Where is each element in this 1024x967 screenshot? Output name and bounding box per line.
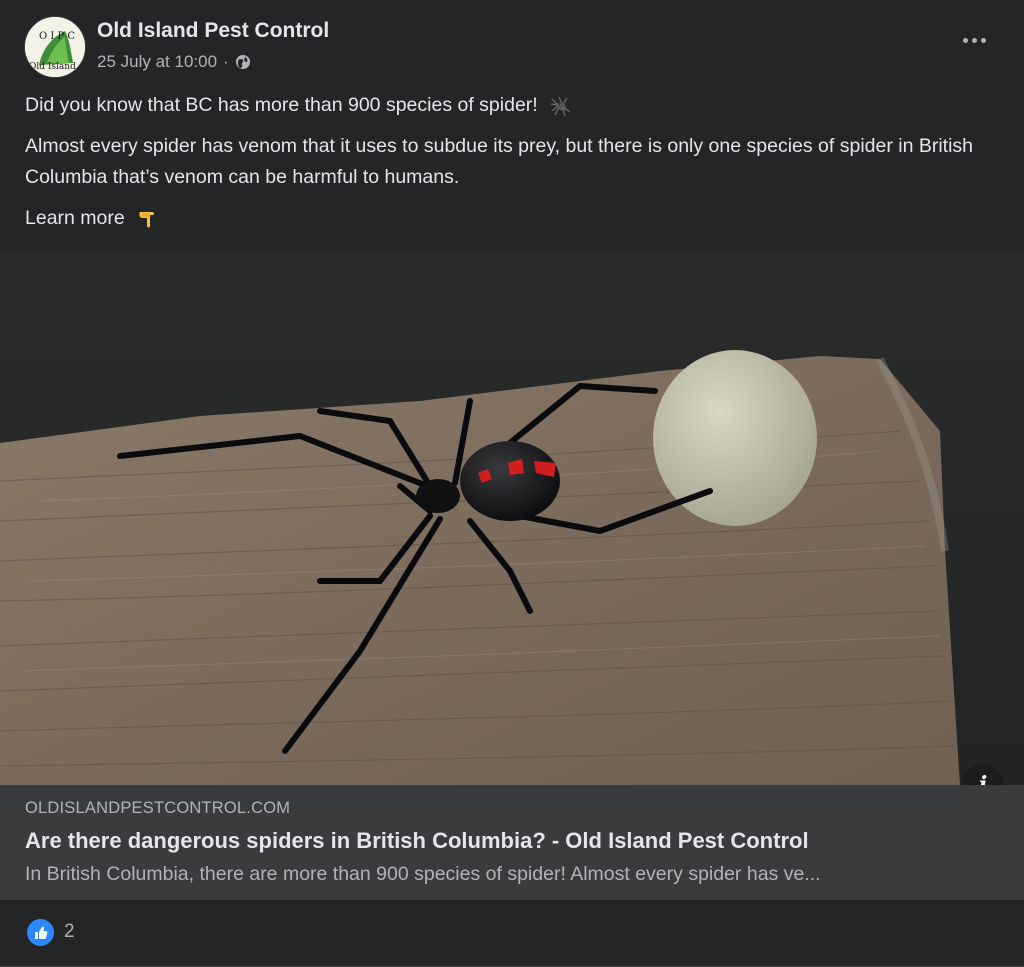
globe-icon[interactable] (235, 54, 251, 70)
reactions-bar: 2 (0, 900, 1024, 967)
spider-photo (0, 251, 1024, 785)
more-dot (980, 37, 986, 43)
thumbs-up-icon (34, 926, 47, 939)
link-domain: OLDISLANDPESTCONTROL.COM (25, 799, 291, 817)
feed-post: O I P C Old Island Old Island Pest Contr… (0, 0, 1024, 967)
post-meta: 25 July at 10:00 · (97, 52, 251, 72)
post-paragraph: Learn more (25, 203, 1000, 234)
post-paragraph-text: Did you know that BC has more than 900 s… (25, 94, 538, 116)
more-dot (971, 37, 977, 43)
more-dot (962, 37, 968, 43)
page-name[interactable]: Old Island Pest Control (97, 19, 329, 43)
like-icon[interactable] (27, 919, 54, 946)
post-paragraph: Almost every spider has venom that it us… (25, 135, 974, 188)
logo-wordmark: Old Island (29, 62, 76, 72)
link-description: In British Columbia, there are more than… (25, 863, 821, 885)
page-logo: O I P C Old Island (25, 17, 85, 77)
more-options-icon[interactable] (958, 30, 990, 50)
link-title[interactable]: Are there dangerous spiders in British C… (25, 828, 809, 854)
post-header: O I P C Old Island Old Island Pest Contr… (24, 16, 1000, 78)
spider-emoji-icon (551, 96, 571, 117)
link-preview-meta[interactable]: OLDISLANDPESTCONTROL.COM Are there dange… (0, 785, 1024, 900)
post-timestamp[interactable]: 25 July at 10:00 (97, 52, 217, 72)
meta-separator: · (223, 52, 229, 71)
learn-more-text: Learn more (25, 207, 125, 229)
post-paragraph: Did you know that BC has more than 900 s… (25, 90, 1000, 121)
page-avatar[interactable]: O I P C Old Island (24, 16, 86, 78)
logo-letters: O I P C (39, 31, 75, 42)
link-preview-image[interactable] (0, 251, 1024, 785)
post-text: Did you know that BC has more than 900 s… (25, 90, 1000, 244)
pointing-down-emoji-icon (139, 211, 155, 228)
reaction-count[interactable]: 2 (64, 921, 75, 943)
